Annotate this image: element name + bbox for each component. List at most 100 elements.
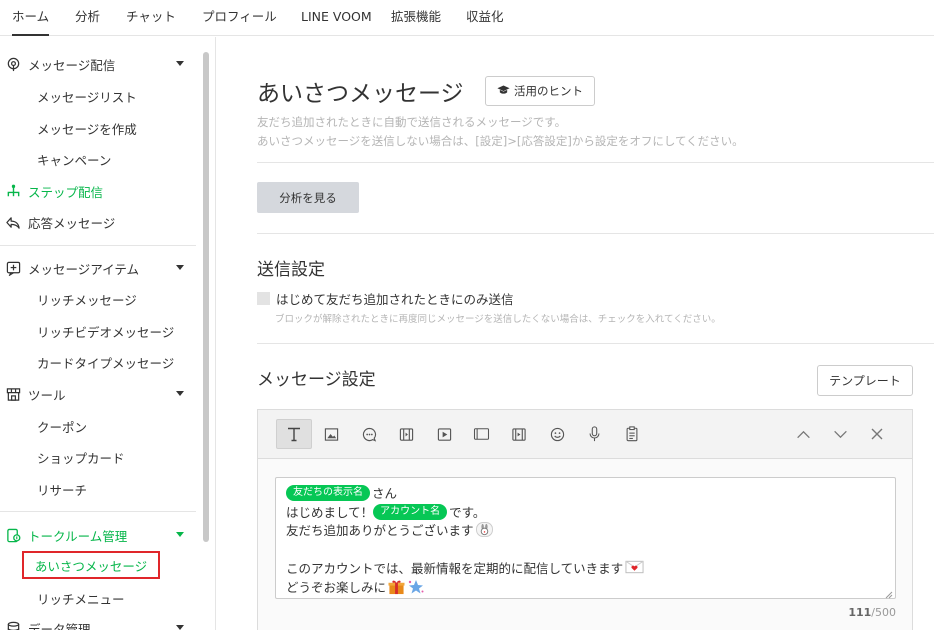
sidebar-item-label: ツール (28, 387, 66, 403)
graduation-cap-icon (497, 84, 510, 98)
sidebar-item-label: リッチビデオメッセージ (37, 324, 175, 340)
message-text: どうぞお楽しみに (286, 580, 387, 595)
sidebar-item-tools[interactable]: ツール (0, 379, 198, 409)
talk-room-icon (4, 526, 22, 544)
sidebar-item-shop-card[interactable]: ショップカード (0, 442, 198, 472)
love-letter-emoji-icon (625, 560, 644, 575)
checkbox-note: ブロックが解除されたときに再度同じメッセージを送信したくない場合は、チェックを入… (275, 314, 721, 325)
coupon-icon[interactable] (391, 420, 421, 448)
tab-profile[interactable]: プロフィール (202, 0, 277, 36)
gift-emoji-icon (388, 579, 405, 595)
divider (257, 343, 934, 344)
chevron-up-icon[interactable] (788, 420, 818, 448)
message-line-6: どうぞお楽しみに (286, 577, 424, 596)
message-editor: 友だちの表示名 さん はじめまして！ アカウント名 です。 友だち追加ありがとう… (257, 409, 913, 630)
page-title: あいさつメッセージ (257, 81, 464, 107)
sidebar: メッセージ配信 メッセージリスト メッセージを作成 キャンペーン ステップ配信 … (0, 37, 216, 630)
message-text: さん (372, 486, 398, 501)
sidebar-item-auto-reply[interactable]: 応答メッセージ (0, 207, 198, 237)
resize-handle[interactable] (885, 588, 893, 599)
first-add-only-label: はじめて友だち追加されたときにのみ送信 (276, 292, 514, 307)
chevron-down-icon[interactable] (176, 532, 184, 537)
divider (0, 511, 196, 512)
close-icon[interactable] (862, 420, 892, 448)
research-icon[interactable] (617, 420, 647, 448)
message-line-1: 友だちの表示名 さん (286, 483, 397, 502)
sidebar-item-message-list[interactable]: メッセージリスト (0, 81, 198, 111)
tab-chat[interactable]: チャット (126, 0, 176, 36)
main-content: あいさつメッセージ 活用のヒント 友だち追加されたときに自動で送信されるメッセー… (217, 37, 934, 630)
friend-name-tag[interactable]: 友だちの表示名 (286, 484, 370, 501)
template-button[interactable]: テンプレート (817, 365, 913, 396)
message-text: はじめまして！ (286, 505, 374, 520)
first-add-only-checkbox[interactable] (257, 292, 270, 305)
description-line-1: 友だち追加されたときに自動で送信されるメッセージです。 (257, 115, 567, 129)
message-line-3: 友だち追加ありがとうございます (286, 520, 493, 539)
account-name-tag[interactable]: アカウント名 (373, 503, 448, 520)
tab-extensions[interactable]: 拡張機能 (391, 0, 441, 36)
usage-hint-button[interactable]: 活用のヒント (485, 76, 595, 106)
message-textarea[interactable]: 友だちの表示名 さん はじめまして！ アカウント名 です。 友だち追加ありがとう… (275, 477, 896, 599)
step-flow-icon (4, 182, 22, 200)
reply-arrow-icon (4, 213, 22, 231)
divider (257, 162, 934, 163)
sidebar-item-label: メッセージを作成 (37, 121, 137, 137)
sidebar-item-message-delivery[interactable]: メッセージ配信 (0, 49, 198, 79)
tab-home[interactable]: ホーム (12, 0, 50, 36)
chevron-down-icon[interactable] (176, 391, 184, 396)
text-icon[interactable] (276, 419, 312, 449)
sidebar-item-card-message[interactable]: カードタイプメッセージ (0, 347, 198, 377)
sidebar-scrollbar[interactable] (203, 52, 209, 542)
emoji-icon[interactable] (542, 420, 572, 448)
sidebar-item-campaign[interactable]: キャンペーン (0, 144, 198, 174)
sidebar-item-step-delivery[interactable]: ステップ配信 (0, 176, 198, 206)
sidebar-item-rich-video-message[interactable]: リッチビデオメッセージ (0, 316, 198, 346)
sidebar-item-talk-room[interactable]: トークルーム管理 (0, 520, 198, 550)
voice-icon[interactable] (579, 420, 609, 448)
editor-toolbar (258, 410, 912, 459)
message-text: 友だち追加ありがとうございます (286, 523, 474, 538)
sidebar-item-rich-message[interactable]: リッチメッセージ (0, 284, 198, 314)
tab-analytics[interactable]: 分析 (75, 0, 100, 36)
tab-monetization[interactable]: 収益化 (466, 0, 504, 36)
sidebar-item-label: ショップカード (37, 450, 125, 466)
chevron-down-icon[interactable] (176, 265, 184, 270)
sidebar-item-greeting-message[interactable]: あいさつメッセージ (22, 551, 160, 579)
video-icon[interactable] (429, 420, 459, 448)
rich-message-icon[interactable] (466, 420, 496, 448)
divider (257, 233, 934, 234)
sidebar-item-label: リサーチ (37, 482, 88, 498)
sidebar-item-data-management[interactable]: データ管理 (0, 613, 198, 630)
database-icon (4, 619, 22, 630)
sidebar-item-label: ステップ配信 (28, 184, 104, 200)
sidebar-item-label: データ管理 (28, 621, 91, 630)
sidebar-item-create-message[interactable]: メッセージを作成 (0, 113, 198, 143)
first-add-only-row[interactable]: はじめて友だち追加されたときにのみ送信 (257, 289, 514, 308)
broadcast-icon (4, 55, 22, 73)
image-icon[interactable] (316, 420, 346, 448)
character-counter: 111/500 (848, 606, 896, 619)
rich-video-icon[interactable] (504, 420, 534, 448)
message-line-5: このアカウントでは、最新情報を定期的に配信していきます (286, 558, 644, 577)
sidebar-item-research[interactable]: リサーチ (0, 474, 198, 504)
chevron-down-icon[interactable] (825, 420, 855, 448)
description-line-2: あいさつメッセージを送信しない場合は、[設定]>[応答設定]から設定をオフにして… (257, 134, 744, 148)
send-settings-title: 送信設定 (257, 260, 325, 280)
bunny-emoji-icon (475, 522, 493, 537)
message-item-icon (4, 259, 22, 277)
sidebar-item-coupon[interactable]: クーポン (0, 411, 198, 441)
sidebar-item-rich-menu[interactable]: リッチメニュー (0, 583, 198, 613)
tab-line-voom[interactable]: LINE VOOM (301, 0, 372, 36)
sidebar-item-label: クーポン (37, 419, 88, 435)
message-settings-title: メッセージ設定 (257, 370, 376, 390)
sparkle-star-emoji-icon (407, 579, 424, 594)
chevron-down-icon[interactable] (176, 625, 184, 630)
sidebar-item-message-items[interactable]: メッセージアイテム (0, 253, 198, 283)
sidebar-item-label: メッセージリスト (37, 89, 137, 105)
sidebar-item-label: キャンペーン (37, 152, 112, 168)
chevron-down-icon[interactable] (176, 61, 184, 66)
sticker-icon[interactable] (354, 420, 384, 448)
view-analysis-button[interactable]: 分析を見る (257, 182, 359, 213)
sidebar-item-label: 応答メッセージ (28, 215, 116, 231)
sidebar-item-label: メッセージアイテム (28, 261, 140, 277)
